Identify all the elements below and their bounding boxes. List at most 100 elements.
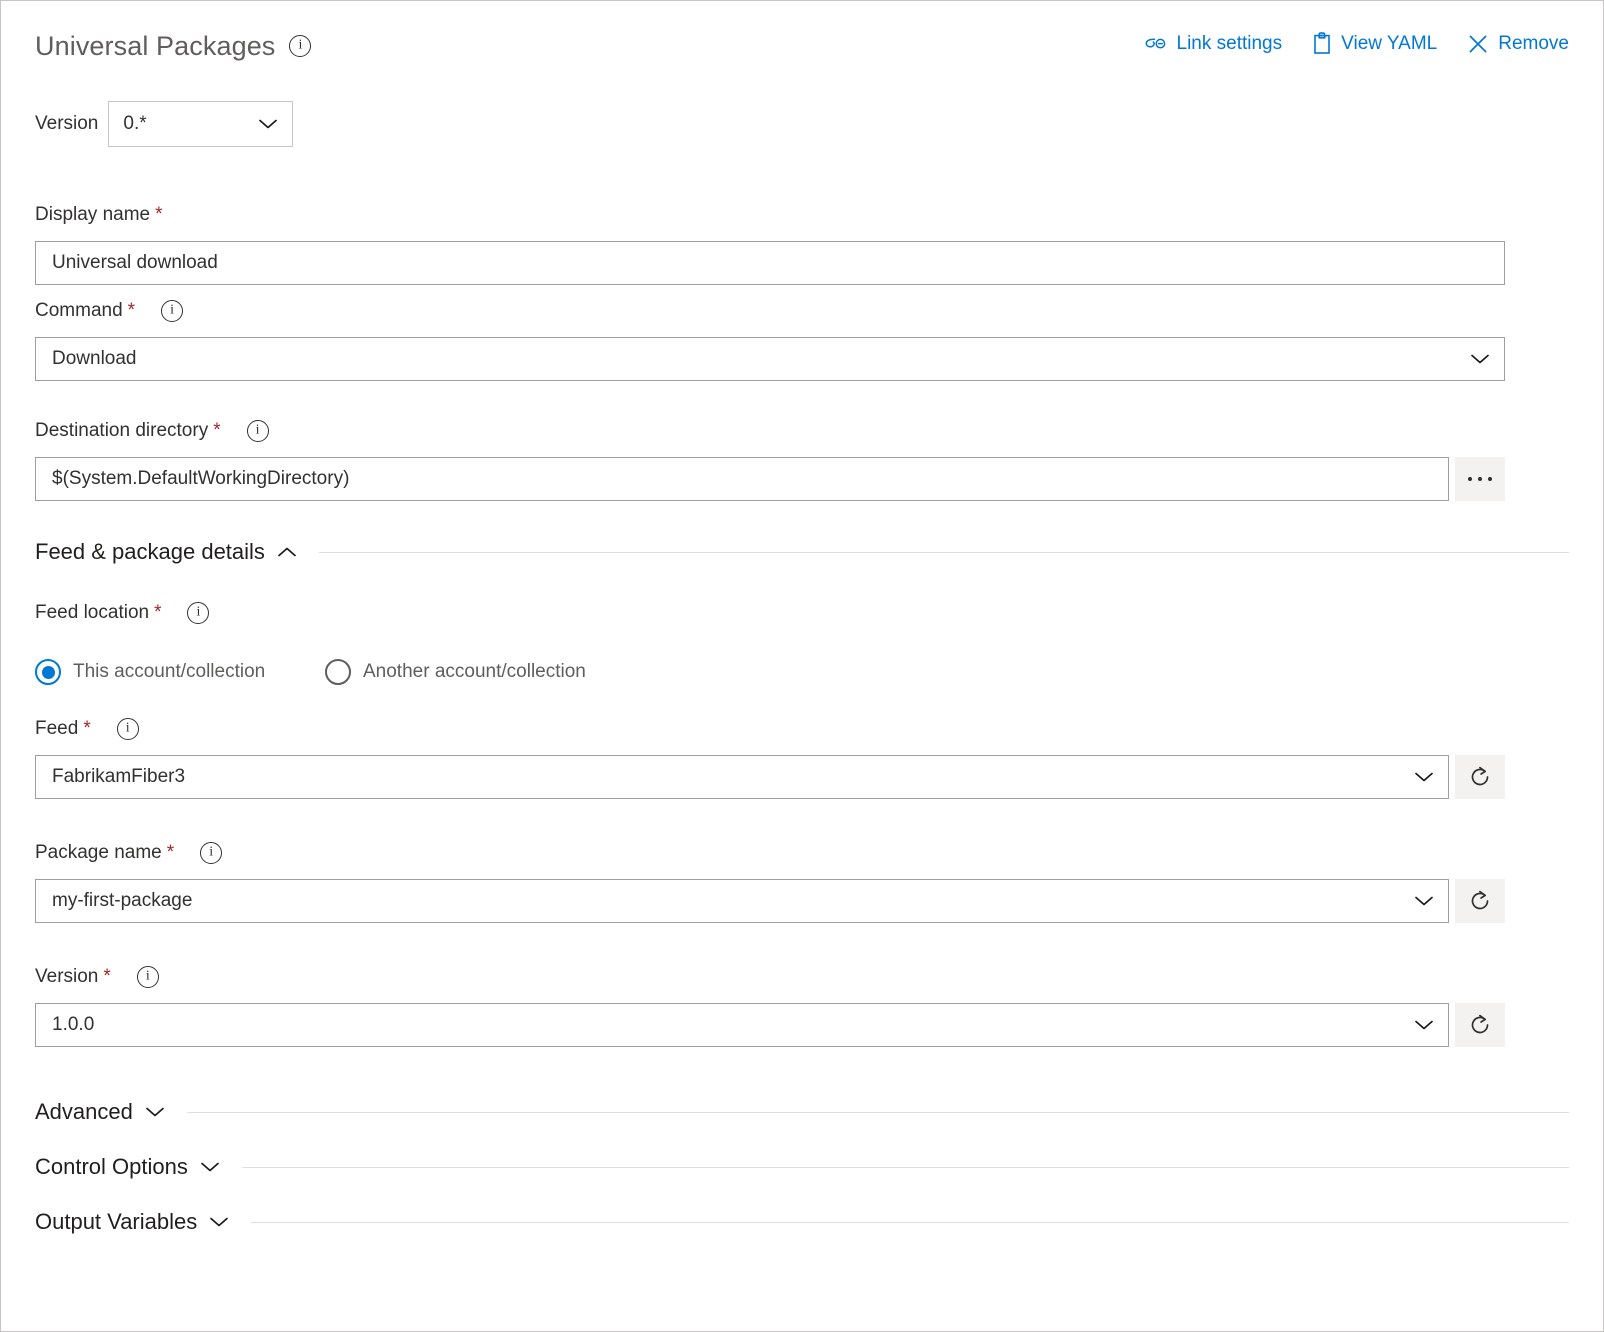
command-value: Download xyxy=(52,348,137,370)
required-marker: * xyxy=(167,842,174,864)
display-name-label-text: Display name xyxy=(35,204,150,226)
section-advanced-title: Advanced xyxy=(35,1099,133,1125)
remove-button[interactable]: Remove xyxy=(1467,33,1569,55)
feed-row: FabrikamFiber3 xyxy=(35,755,1569,799)
info-icon[interactable]: i xyxy=(117,718,139,740)
chevron-down-icon xyxy=(1470,353,1490,365)
command-label: Command * i xyxy=(35,299,1569,323)
section-output-variables-title: Output Variables xyxy=(35,1209,197,1235)
radio-this-account-collection-label: This account/collection xyxy=(73,661,265,683)
feed-field: Feed * i FabrikamFiber3 xyxy=(35,717,1569,799)
package-version-label: Version * i xyxy=(35,965,1569,989)
feed-location-field: Feed location * i This account/collectio… xyxy=(35,601,1569,685)
refresh-icon xyxy=(1467,1012,1493,1038)
chevron-down-icon xyxy=(200,1161,220,1173)
destination-directory-field: Destination directory * i $(System.Defau… xyxy=(35,419,1569,501)
section-divider xyxy=(187,1112,1569,1113)
section-output-variables[interactable]: Output Variables xyxy=(35,1209,1569,1235)
page-title: Universal Packages xyxy=(35,29,275,63)
chevron-down-icon xyxy=(258,118,278,130)
package-name-refresh-button[interactable] xyxy=(1455,879,1505,923)
section-output-variables-header[interactable]: Output Variables xyxy=(35,1209,1569,1235)
feed-label: Feed * i xyxy=(35,717,1569,741)
info-icon[interactable]: i xyxy=(289,35,311,57)
header-actions: Link settings View YAML xyxy=(1145,32,1569,55)
chevron-down-icon xyxy=(1414,895,1434,907)
destination-directory-label: Destination directory * i xyxy=(35,419,1569,443)
required-marker: * xyxy=(155,204,162,226)
chevron-down-icon xyxy=(1414,771,1434,783)
section-divider xyxy=(319,552,1569,553)
section-divider xyxy=(251,1222,1569,1223)
required-marker: * xyxy=(128,300,135,322)
link-settings-label: Link settings xyxy=(1177,33,1283,55)
feed-refresh-button[interactable] xyxy=(1455,755,1505,799)
section-advanced-header[interactable]: Advanced xyxy=(35,1099,1569,1125)
command-label-text: Command xyxy=(35,300,123,322)
command-field: Command * i Download xyxy=(35,299,1569,381)
destination-directory-browse-button[interactable] xyxy=(1455,457,1505,501)
package-name-row: my-first-package xyxy=(35,879,1569,923)
display-name-label: Display name * xyxy=(35,203,1569,227)
section-control-options-header[interactable]: Control Options xyxy=(35,1154,1569,1180)
refresh-icon xyxy=(1467,888,1493,914)
radio-another-account-collection[interactable]: Another account/collection xyxy=(325,659,586,685)
package-name-label: Package name * i xyxy=(35,841,1569,865)
ellipsis-icon xyxy=(1468,477,1492,481)
command-select[interactable]: Download xyxy=(35,337,1505,381)
info-icon[interactable]: i xyxy=(200,842,222,864)
feed-label-text: Feed xyxy=(35,718,78,740)
info-icon[interactable]: i xyxy=(161,300,183,322)
package-version-field: Version * i 1.0.0 xyxy=(35,965,1569,1047)
package-name-label-text: Package name xyxy=(35,842,162,864)
package-version-row: 1.0.0 xyxy=(35,1003,1569,1047)
chevron-up-icon xyxy=(277,546,297,558)
required-marker: * xyxy=(83,718,90,740)
package-version-label-text: Version xyxy=(35,966,98,988)
link-settings-button[interactable]: Link settings xyxy=(1145,33,1283,55)
package-name-select[interactable]: my-first-package xyxy=(35,879,1449,923)
view-yaml-label: View YAML xyxy=(1341,33,1437,55)
chevron-down-icon xyxy=(1414,1019,1434,1031)
package-version-select[interactable]: 1.0.0 xyxy=(35,1003,1449,1047)
section-control-options[interactable]: Control Options xyxy=(35,1154,1569,1180)
info-icon[interactable]: i xyxy=(137,966,159,988)
radio-this-account-collection[interactable]: This account/collection xyxy=(35,659,325,685)
section-feed-package-details-header[interactable]: Feed & package details xyxy=(35,539,1569,565)
section-control-options-title: Control Options xyxy=(35,1154,188,1180)
task-configuration-panel: Universal Packages i Link settings xyxy=(0,0,1604,1332)
display-name-input[interactable]: Universal download xyxy=(35,241,1505,285)
required-marker: * xyxy=(103,966,110,988)
clipboard-icon xyxy=(1312,32,1332,55)
section-divider xyxy=(242,1167,1569,1168)
required-marker: * xyxy=(154,602,161,624)
refresh-icon xyxy=(1467,764,1493,790)
package-name-value: my-first-package xyxy=(52,890,192,912)
destination-directory-input[interactable]: $(System.DefaultWorkingDirectory) xyxy=(35,457,1449,501)
view-yaml-button[interactable]: View YAML xyxy=(1312,32,1437,55)
task-version-select[interactable]: 0.* xyxy=(108,101,293,147)
section-feed-package-details[interactable]: Feed & package details xyxy=(35,539,1569,565)
radio-selected-icon xyxy=(35,659,61,685)
package-version-value: 1.0.0 xyxy=(52,1014,94,1036)
link-icon xyxy=(1145,34,1168,54)
feed-select[interactable]: FabrikamFiber3 xyxy=(35,755,1449,799)
feed-location-label-text: Feed location xyxy=(35,602,149,624)
feed-location-label: Feed location * i xyxy=(35,601,1569,625)
display-name-value: Universal download xyxy=(52,252,218,274)
section-advanced[interactable]: Advanced xyxy=(35,1099,1569,1125)
task-version-row: Version 0.* xyxy=(35,101,293,147)
info-icon[interactable]: i xyxy=(247,420,269,442)
task-version-value: 0.* xyxy=(123,113,146,135)
radio-another-account-collection-label: Another account/collection xyxy=(363,661,586,683)
panel-header: Universal Packages i Link settings xyxy=(35,29,1569,77)
close-x-icon xyxy=(1467,33,1489,55)
section-feed-package-details-title: Feed & package details xyxy=(35,539,265,565)
feed-value: FabrikamFiber3 xyxy=(52,766,185,788)
feed-location-radio-group: This account/collection Another account/… xyxy=(35,659,1569,685)
task-version-label: Version xyxy=(35,113,98,135)
remove-label: Remove xyxy=(1498,33,1569,55)
chevron-down-icon xyxy=(145,1106,165,1118)
info-icon[interactable]: i xyxy=(187,602,209,624)
package-version-refresh-button[interactable] xyxy=(1455,1003,1505,1047)
